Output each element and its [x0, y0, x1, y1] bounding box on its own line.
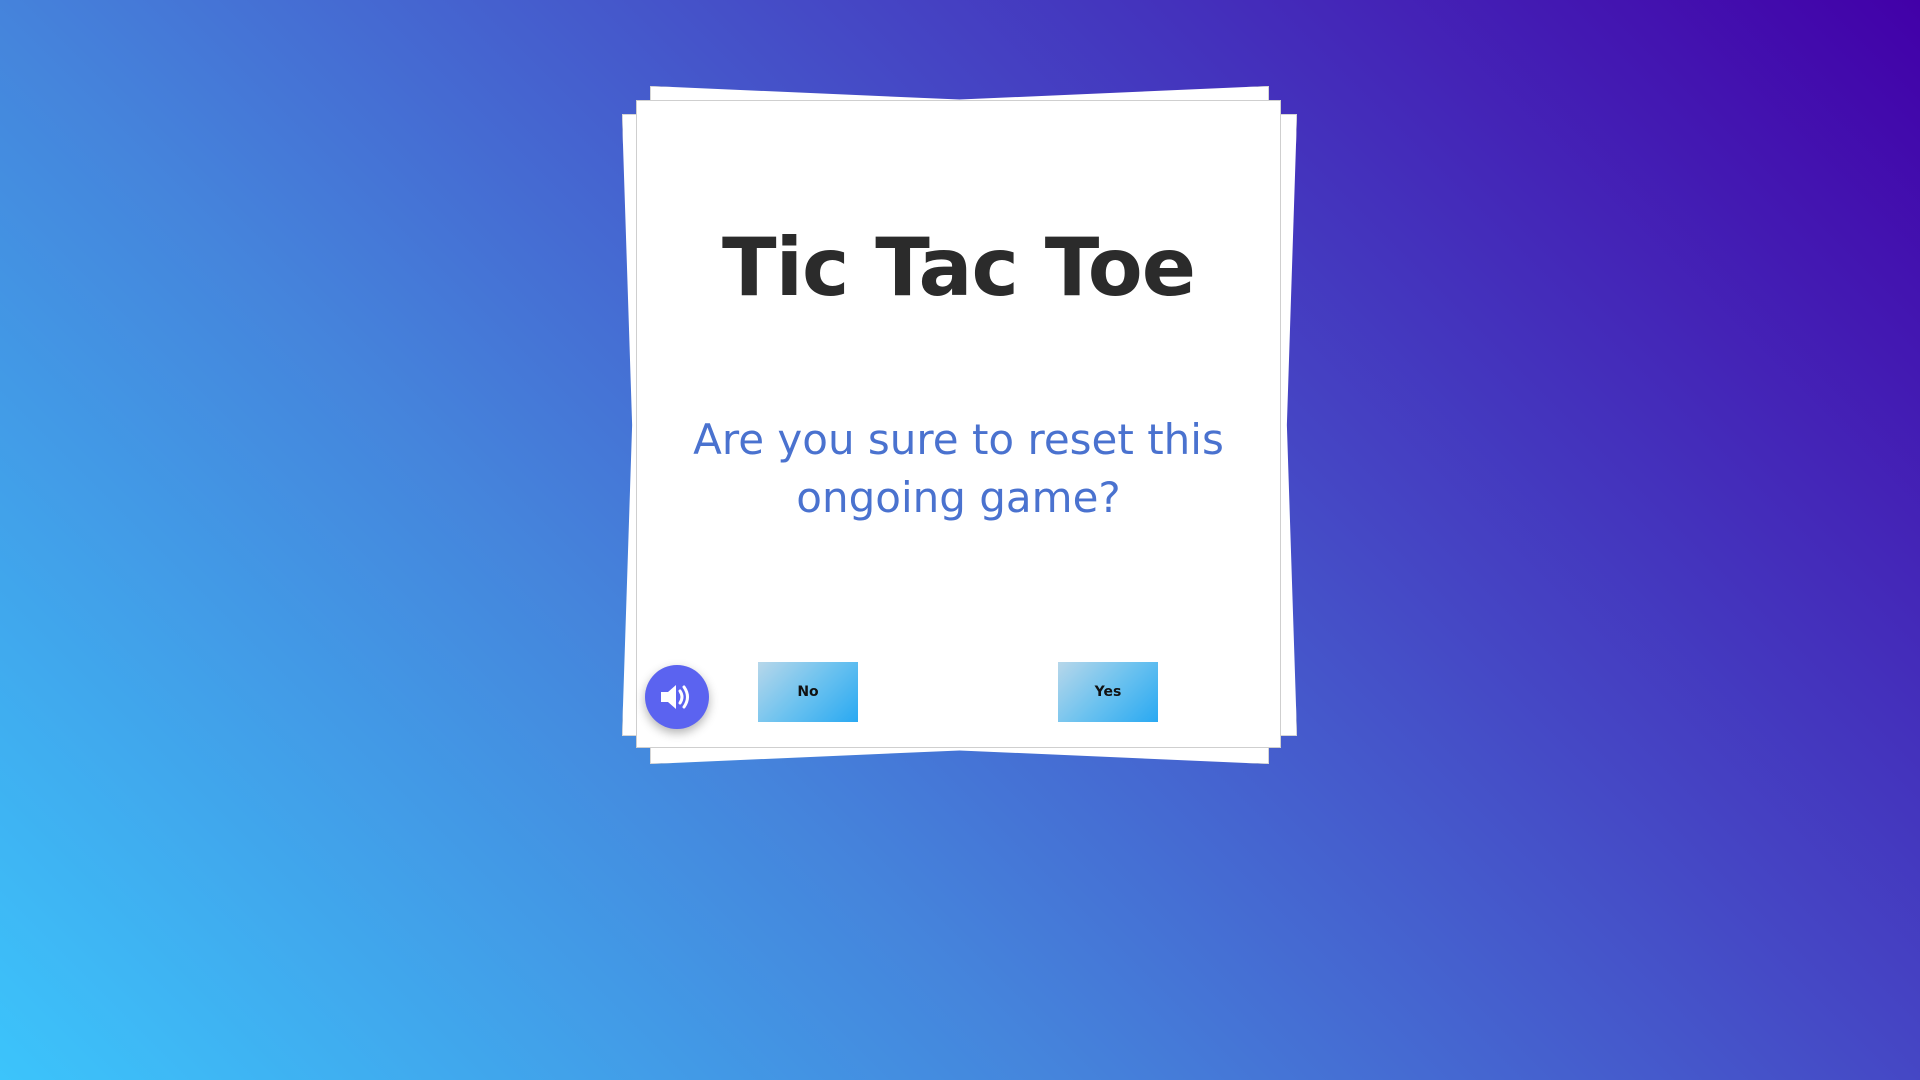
game-title: Tic Tac Toe — [722, 221, 1196, 314]
sound-toggle-button[interactable] — [645, 665, 709, 729]
dialog-card: Tic Tac Toe Are you sure to reset this o… — [636, 100, 1281, 748]
reset-question: Are you sure to reset this ongoing game? — [693, 415, 1224, 522]
volume-up-icon — [659, 682, 695, 712]
no-button[interactable]: No — [758, 662, 858, 722]
reset-dialog: Tic Tac Toe Are you sure to reset this o… — [622, 86, 1297, 764]
yes-button[interactable]: Yes — [1058, 662, 1158, 722]
